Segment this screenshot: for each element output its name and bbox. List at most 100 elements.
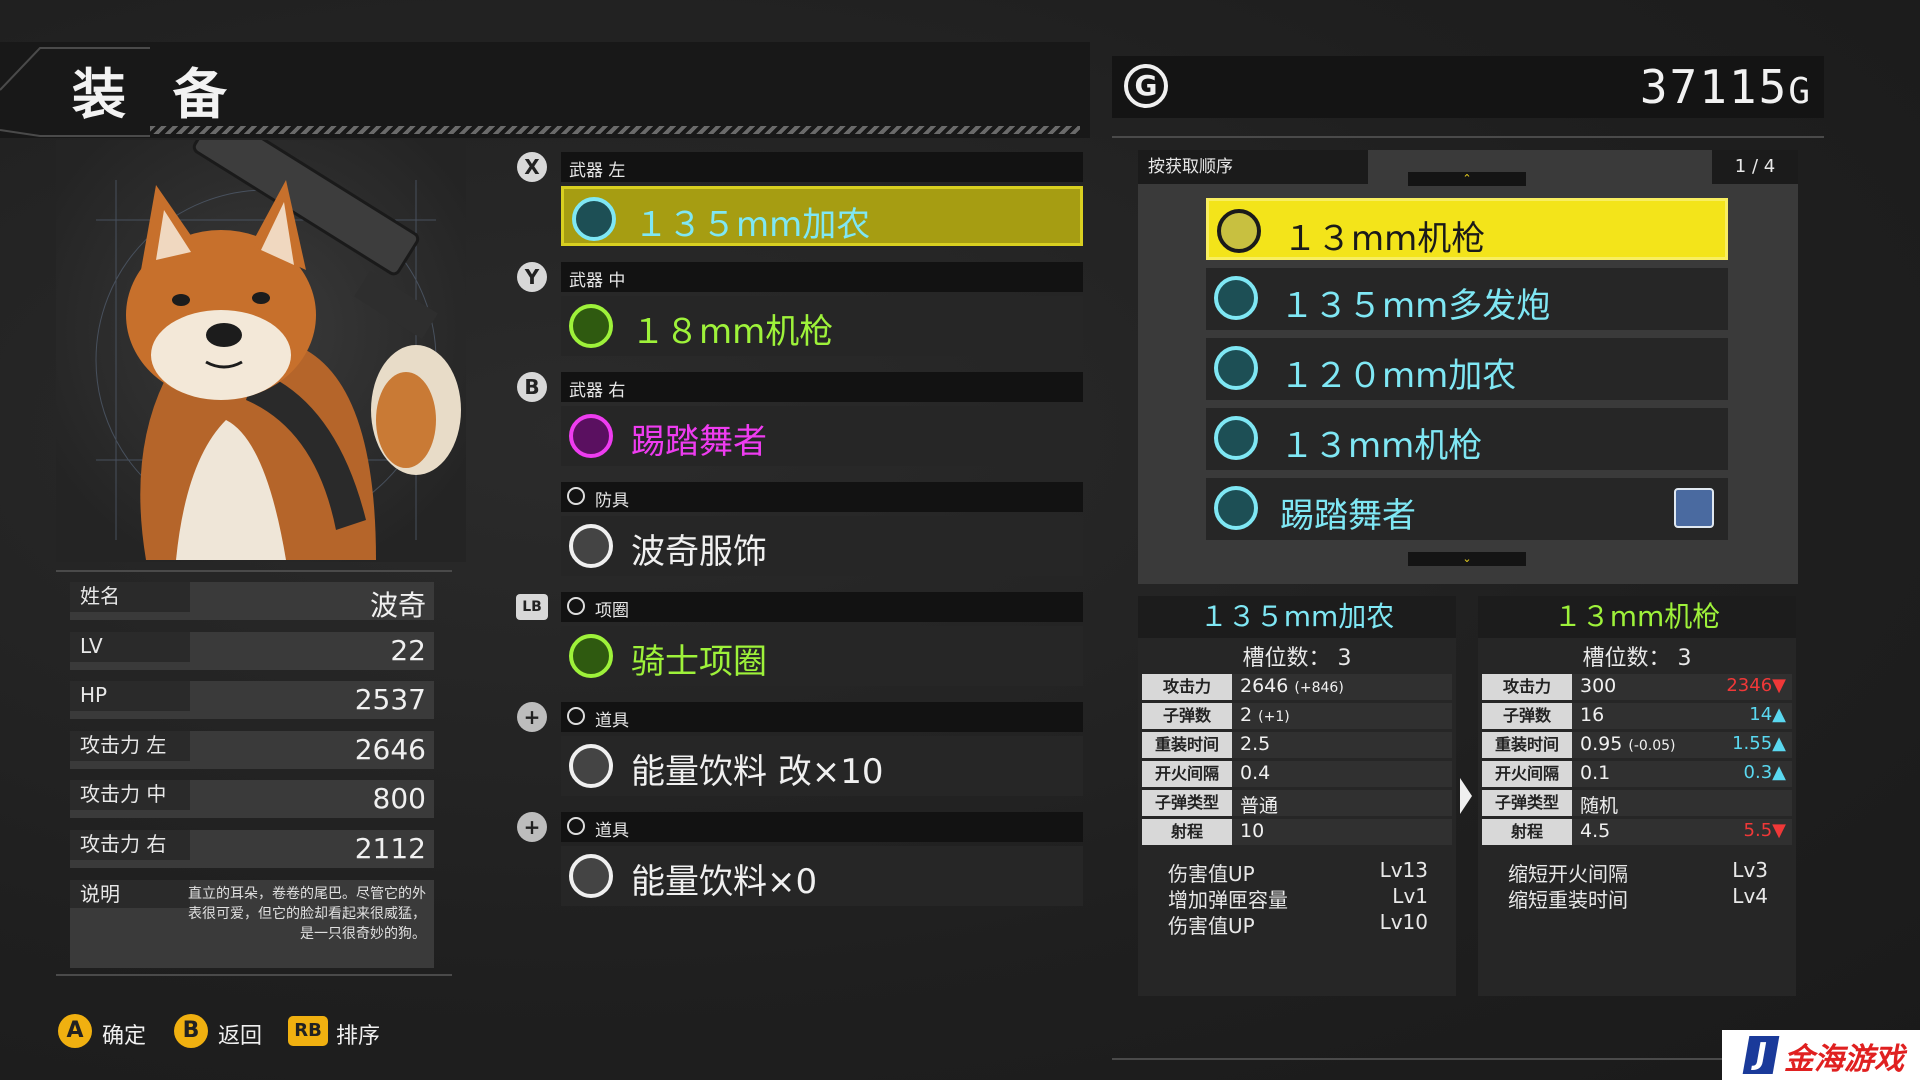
lb-button-icon: LB <box>516 594 548 620</box>
scroll-down-icon[interactable]: ⌄ <box>1408 552 1526 566</box>
skill-level: Lv3 <box>1732 858 1768 882</box>
compare-value: 4.5 <box>1580 820 1611 842</box>
compare-row: 射程 4.5 5.5▼ <box>1482 819 1792 845</box>
machine-gun-icon <box>1217 209 1261 253</box>
y-button-icon: Y <box>517 262 547 292</box>
divider <box>56 974 452 976</box>
gold-value: 37115G <box>1640 60 1812 114</box>
armor-small-icon <box>567 487 585 505</box>
slot-item-name: １３５mm加农 <box>634 205 871 245</box>
slot-item-name: １８mm机枪 <box>631 312 834 352</box>
stat-value: 2646 <box>354 733 426 766</box>
collar-small-icon <box>567 597 585 615</box>
skill-name: 缩短重装时间 <box>1508 888 1628 912</box>
compare-value: 0.4 <box>1240 762 1271 784</box>
bag-icon <box>569 744 613 788</box>
scroll-up-icon[interactable]: ⌃ <box>1408 172 1526 186</box>
skill-row: 伤害值UP Lv13 <box>1168 858 1428 887</box>
compare-row: 重装时间 0.95 (-0.05) 1.55▲ <box>1482 732 1792 758</box>
diff-value: 1.55 <box>1732 733 1773 754</box>
slot-armor[interactable]: 波奇服饰 <box>561 516 1083 576</box>
list-item[interactable]: １３mm机枪 <box>1206 198 1728 260</box>
slot-label: 武器 左 <box>569 161 626 181</box>
stat-row-hp: HP 2537 <box>70 681 434 719</box>
skill-name: 伤害值UP <box>1168 914 1255 938</box>
list-item-name: １３mm机枪 <box>1280 426 1483 466</box>
diff-value: 2346 <box>1726 675 1773 696</box>
machine-gun-icon <box>1214 416 1258 460</box>
description-box: 说明 直立的耳朵，卷卷的尾巴。尽管它的外表很可爱，但它的脸却看起来很威猛，是一只… <box>70 880 434 968</box>
skill-row: 缩短开火间隔 Lv3 <box>1508 858 1768 887</box>
stat-label: 攻击力 右 <box>70 830 190 860</box>
bag-small-icon <box>567 817 585 835</box>
compare-value: 10 <box>1240 820 1265 842</box>
stat-label: 攻击力 左 <box>70 731 190 761</box>
skill-level: Lv1 <box>1392 884 1428 908</box>
compare-row: 开火间隔 0.1 0.3▲ <box>1482 761 1792 787</box>
dog-badge-icon <box>1674 488 1714 528</box>
list-item-name: １３mm机枪 <box>1283 219 1486 259</box>
modifier: (+846) <box>1294 680 1344 696</box>
x-button-icon: X <box>517 152 547 182</box>
skill-row: 缩短重装时间 Lv4 <box>1508 884 1768 913</box>
description-text: 直立的耳朵，卷卷的尾巴。尽管它的外表很可爱，但它的脸却看起来很威猛，是一只很奇妙… <box>188 886 426 942</box>
compare-diff-up: 0.3▲ <box>1744 762 1786 783</box>
list-item[interactable]: 踢踏舞者 <box>1206 478 1728 540</box>
b-button-icon[interactable]: B <box>174 1014 208 1048</box>
title-stripe <box>150 126 1080 134</box>
diff-value: 14 <box>1749 704 1773 725</box>
value: 2 <box>1240 704 1253 726</box>
list-item[interactable]: １３５mm多发炮 <box>1206 268 1728 330</box>
dancer-icon <box>569 414 613 458</box>
slot-item-2[interactable]: 能量饮料×0 <box>561 846 1083 906</box>
sort-tab[interactable]: 按获取顺序 <box>1138 150 1368 184</box>
compare-value: 0.1 <box>1580 762 1611 784</box>
compare-panel-candidate: １３mm机枪 槽位数： 3 攻击力 300 2346▼ 子弹数 16 14▲ 重装时间 0… <box>1478 596 1796 996</box>
skill-name: 缩短开火间隔 <box>1508 862 1628 886</box>
compare-label: 子弹类型 <box>1142 790 1232 816</box>
list-item[interactable]: １２０mm加农 <box>1206 338 1728 400</box>
a-button-icon[interactable]: A <box>58 1014 92 1048</box>
compare-value: 0.95 (-0.05) <box>1580 733 1676 755</box>
dpad-icon: + <box>517 702 547 732</box>
list-item[interactable]: １３mm机枪 <box>1206 408 1728 470</box>
compare-label: 射程 <box>1482 819 1572 845</box>
slot-item-1[interactable]: 能量饮料 改×10 <box>561 736 1083 796</box>
compare-row: 子弹类型 随机 <box>1482 790 1792 817</box>
compare-label: 子弹数 <box>1142 703 1232 729</box>
skill-level: Lv10 <box>1379 910 1428 934</box>
compare-label: 子弹类型 <box>1482 790 1572 816</box>
stat-value: 2112 <box>354 832 426 865</box>
compare-label: 重装时间 <box>1482 732 1572 758</box>
slot-item-name: 骑士项圈 <box>631 642 767 682</box>
slot-header-weapon-center: 武器 中 <box>561 262 1083 292</box>
compare-label: 攻击力 <box>1142 674 1232 700</box>
up-arrow-icon: ▲ <box>1772 733 1786 754</box>
compare-value: 随机 <box>1580 795 1619 817</box>
skill-row: 伤害值UP Lv10 <box>1168 910 1428 939</box>
down-arrow-icon: ▼ <box>1772 820 1786 841</box>
gold-unit: G <box>1788 71 1812 112</box>
slot-weapon-right[interactable]: 踢踏舞者 <box>561 406 1083 466</box>
sort-label[interactable]: 排序 <box>336 1018 380 1050</box>
compare-title: １３５mm加农 <box>1138 596 1456 638</box>
compare-diff-up: 14▲ <box>1749 704 1786 725</box>
watermark-logo-icon: J <box>1742 1036 1780 1074</box>
compare-diff-up: 1.55▲ <box>1732 733 1786 754</box>
slot-collar[interactable]: 骑士项圈 <box>561 626 1083 686</box>
slot-header-weapon-left: 武器 左 <box>561 152 1083 182</box>
slot-weapon-center[interactable]: １８mm机枪 <box>561 296 1083 356</box>
stat-row-name: 姓名 波奇 <box>70 582 434 622</box>
compare-value: 2.5 <box>1240 733 1271 755</box>
description-label: 说明 <box>70 880 190 908</box>
slot-header-armor: 防具 <box>561 482 1083 512</box>
compare-row: 攻击力 2646 (+846) <box>1142 674 1452 700</box>
slot-label: 道具 <box>595 821 629 841</box>
slot-label: 武器 右 <box>569 381 626 401</box>
back-label[interactable]: 返回 <box>218 1018 262 1050</box>
confirm-label[interactable]: 确定 <box>102 1018 146 1050</box>
list-item-name: 踢踏舞者 <box>1280 496 1416 536</box>
rb-button-icon[interactable]: RB <box>288 1016 328 1046</box>
slot-weapon-left[interactable]: １３５mm加农 <box>561 186 1083 246</box>
compare-row: 子弹类型 普通 <box>1142 790 1452 817</box>
